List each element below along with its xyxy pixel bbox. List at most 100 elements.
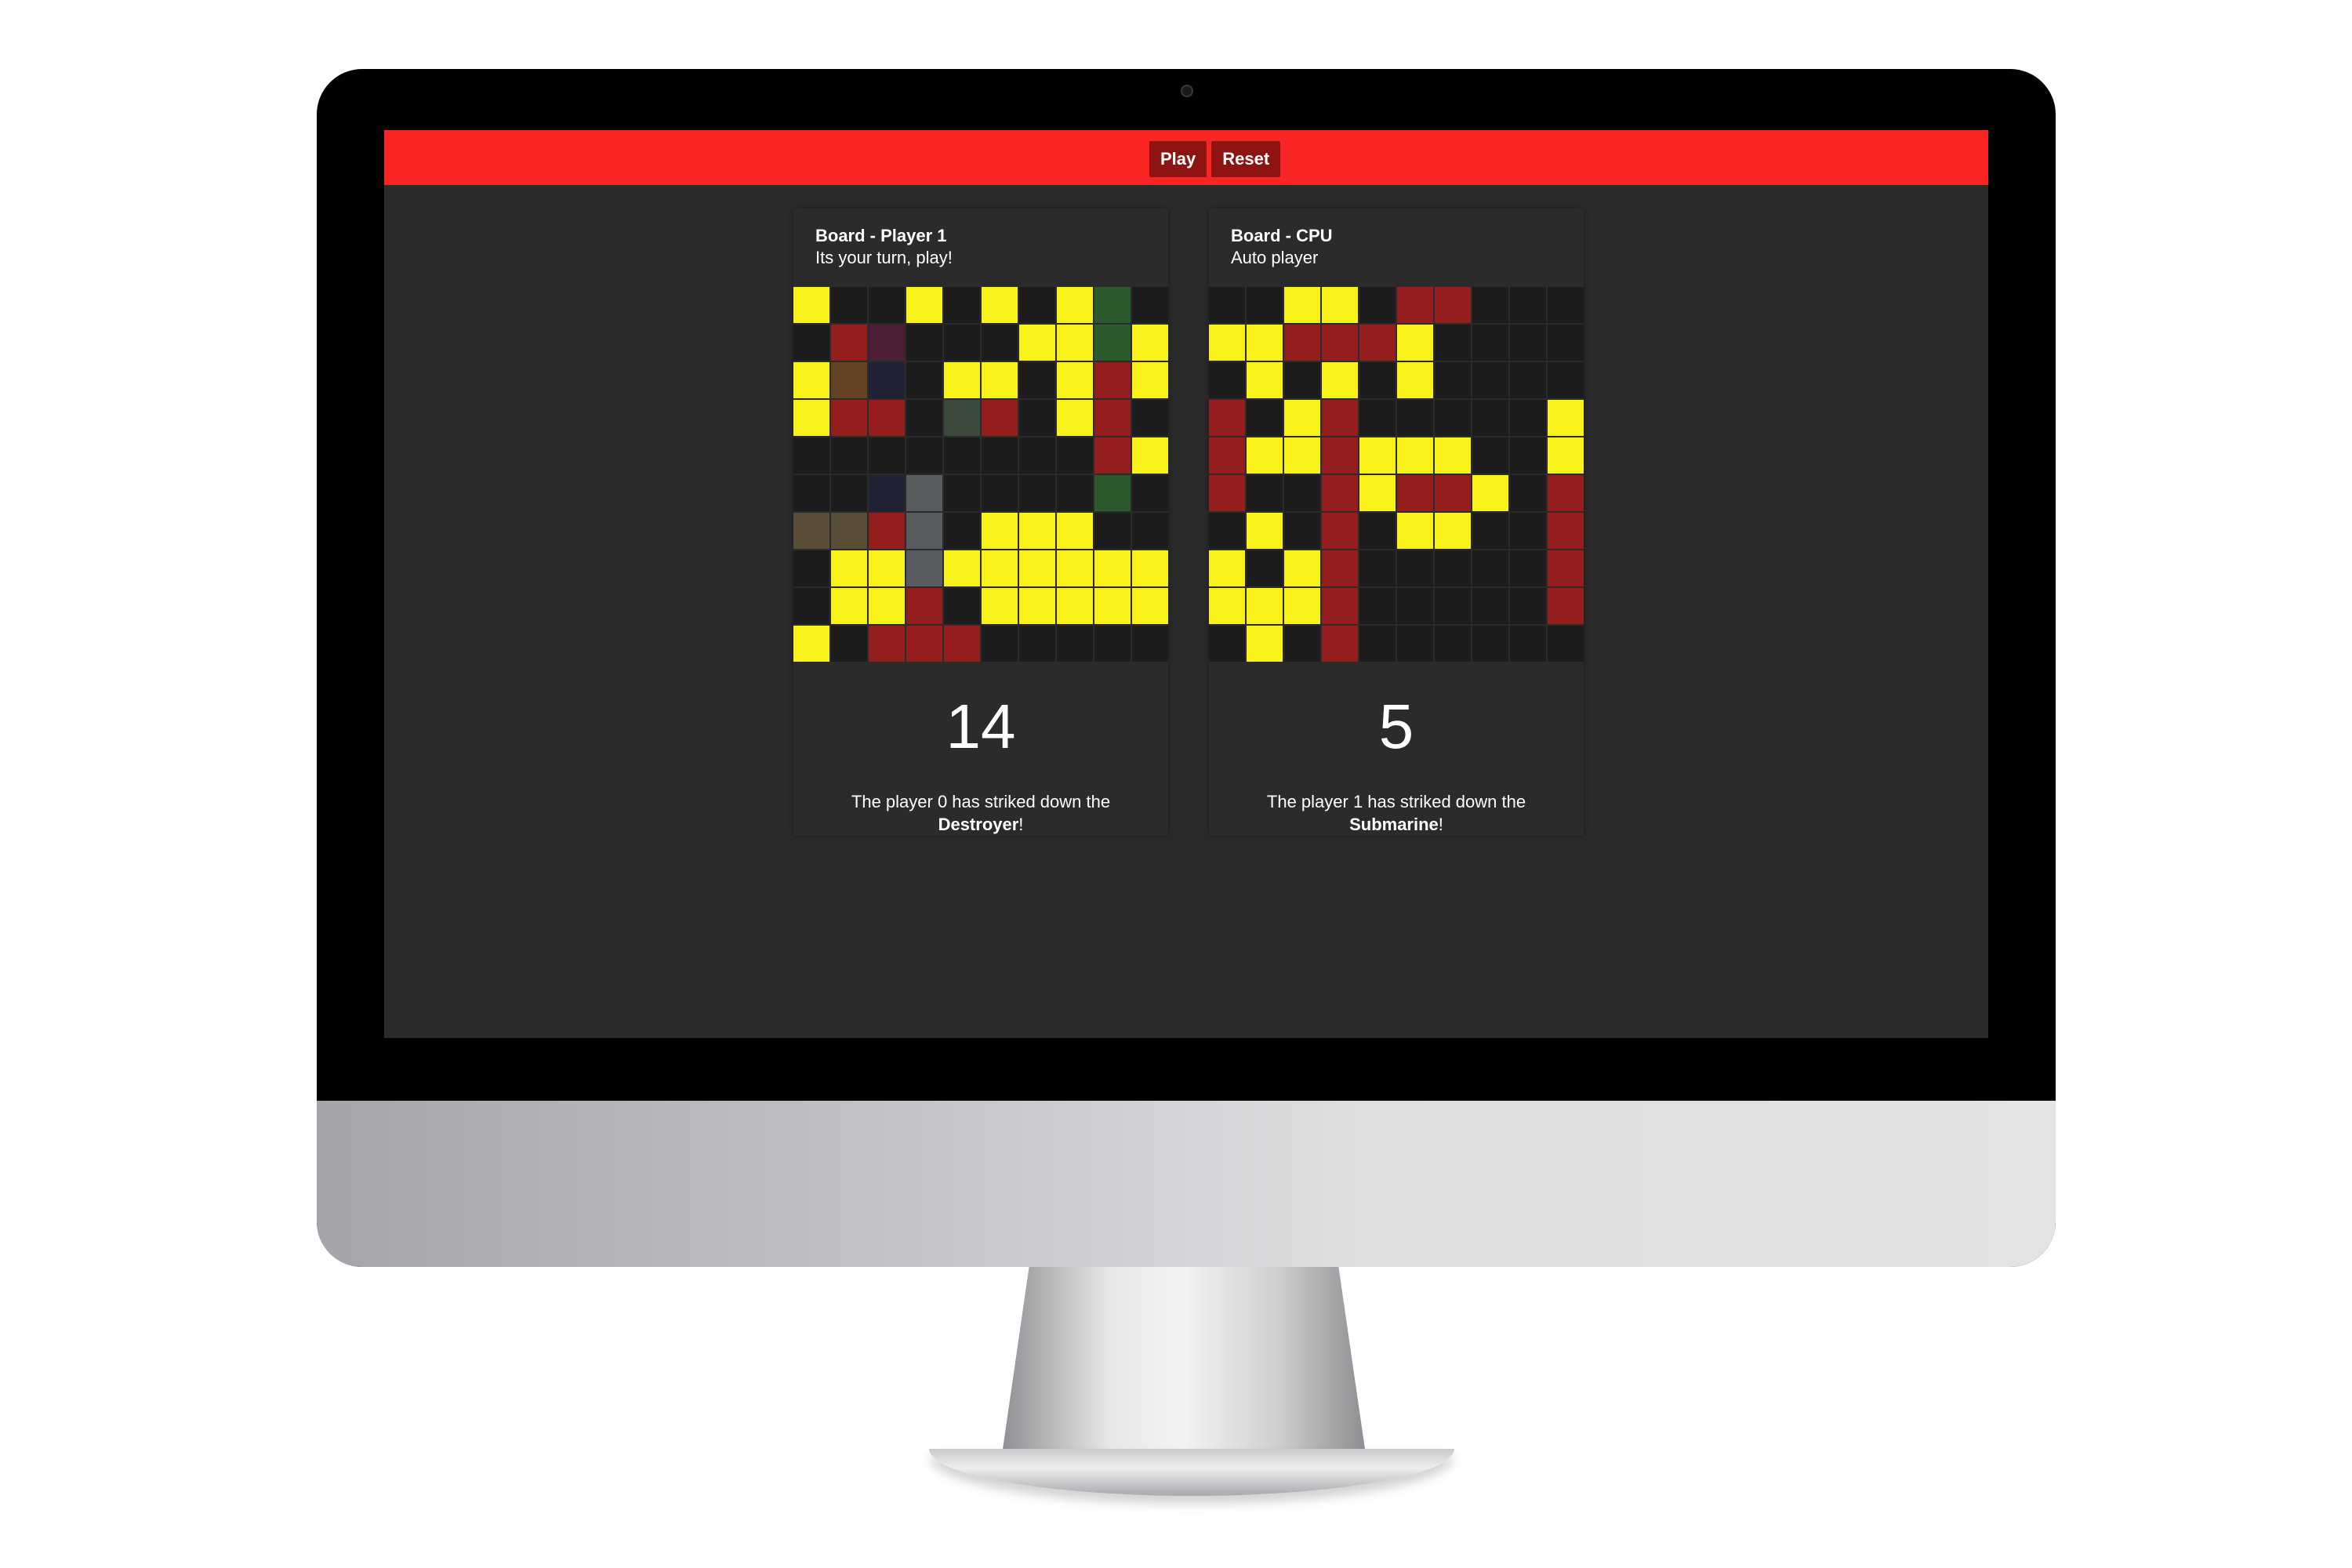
grid-cell[interactable] [1548, 400, 1584, 436]
grid-cell[interactable] [1435, 362, 1471, 398]
grid-cell[interactable] [1057, 325, 1093, 361]
grid-cell[interactable] [1284, 513, 1320, 549]
grid-cell[interactable] [1284, 588, 1320, 624]
grid-cell[interactable] [944, 588, 980, 624]
grid-cell[interactable] [1284, 362, 1320, 398]
grid-cell[interactable] [1057, 475, 1093, 511]
grid-cell[interactable] [944, 325, 980, 361]
grid-cell[interactable] [1132, 400, 1168, 436]
grid-cell[interactable] [1510, 287, 1546, 323]
grid-cell[interactable] [1209, 400, 1245, 436]
grid-cell[interactable] [944, 287, 980, 323]
grid-cell[interactable] [1132, 513, 1168, 549]
grid-cell[interactable] [1132, 362, 1168, 398]
grid-cell[interactable] [1322, 475, 1358, 511]
grid-cell[interactable] [1435, 626, 1471, 662]
grid-cell[interactable] [1322, 362, 1358, 398]
play-button[interactable]: Play [1149, 141, 1207, 177]
grid-cell[interactable] [1209, 513, 1245, 549]
grid-cell[interactable] [831, 437, 867, 474]
grid-cell[interactable] [793, 475, 829, 511]
grid-cell[interactable] [1510, 550, 1546, 586]
grid-cell[interactable] [982, 475, 1018, 511]
grid-cell[interactable] [793, 325, 829, 361]
grid-cell[interactable] [1094, 325, 1131, 361]
grid-cell[interactable] [1247, 550, 1283, 586]
grid-cell[interactable] [944, 513, 980, 549]
grid-cell[interactable] [906, 475, 942, 511]
grid-cell[interactable] [1472, 626, 1508, 662]
grid-cell[interactable] [1284, 626, 1320, 662]
grid-cell[interactable] [906, 588, 942, 624]
grid-cell[interactable] [1472, 550, 1508, 586]
grid-cell[interactable] [1057, 550, 1093, 586]
grid-cell[interactable] [831, 588, 867, 624]
grid-cell[interactable] [944, 437, 980, 474]
grid-cell[interactable] [1094, 588, 1131, 624]
grid-cell[interactable] [1209, 287, 1245, 323]
grid-cell[interactable] [982, 437, 1018, 474]
grid-cell[interactable] [1359, 475, 1396, 511]
grid-cell[interactable] [1057, 400, 1093, 436]
grid-cell[interactable] [1284, 475, 1320, 511]
grid-cell[interactable] [1284, 325, 1320, 361]
grid-cell[interactable] [1435, 437, 1471, 474]
grid-cell[interactable] [1284, 287, 1320, 323]
grid-cell[interactable] [1094, 362, 1131, 398]
grid-cell[interactable] [793, 550, 829, 586]
grid-cell[interactable] [1397, 626, 1433, 662]
grid-cell[interactable] [1209, 550, 1245, 586]
grid-cell[interactable] [1019, 588, 1055, 624]
grid-cell[interactable] [1322, 437, 1358, 474]
grid-cell[interactable] [1359, 400, 1396, 436]
grid-cell[interactable] [1472, 588, 1508, 624]
grid-cell[interactable] [1548, 287, 1584, 323]
grid-cell[interactable] [1359, 550, 1396, 586]
grid-cell[interactable] [1247, 400, 1283, 436]
grid-cell[interactable] [1209, 588, 1245, 624]
grid-cell[interactable] [1019, 513, 1055, 549]
grid-cell[interactable] [982, 400, 1018, 436]
grid-cell[interactable] [982, 513, 1018, 549]
grid-cell[interactable] [1397, 362, 1433, 398]
grid-cell[interactable] [1397, 437, 1433, 474]
grid-cell[interactable] [1209, 626, 1245, 662]
grid-cell[interactable] [831, 475, 867, 511]
grid-cell[interactable] [1019, 287, 1055, 323]
grid-cell[interactable] [982, 287, 1018, 323]
grid-cell[interactable] [1247, 287, 1283, 323]
grid-cell[interactable] [1247, 362, 1283, 398]
grid-cell[interactable] [906, 437, 942, 474]
grid-cell[interactable] [831, 400, 867, 436]
grid-cell[interactable] [1548, 437, 1584, 474]
grid-cell[interactable] [831, 513, 867, 549]
grid-cell[interactable] [1057, 362, 1093, 398]
grid-cell[interactable] [1094, 400, 1131, 436]
grid-cell[interactable] [944, 626, 980, 662]
grid-cell[interactable] [1247, 475, 1283, 511]
grid-cell[interactable] [982, 626, 1018, 662]
grid-cell[interactable] [906, 400, 942, 436]
grid-cell[interactable] [1284, 437, 1320, 474]
grid-cell[interactable] [1472, 362, 1508, 398]
grid-cell[interactable] [944, 362, 980, 398]
grid-cell[interactable] [906, 513, 942, 549]
grid-cell[interactable] [906, 287, 942, 323]
grid-cell[interactable] [1397, 588, 1433, 624]
grid-cell[interactable] [1435, 513, 1471, 549]
grid-cell[interactable] [869, 475, 905, 511]
grid-cell[interactable] [1435, 550, 1471, 586]
grid-cell[interactable] [906, 626, 942, 662]
grid-cell[interactable] [1057, 626, 1093, 662]
grid-cell[interactable] [1359, 325, 1396, 361]
grid-cell[interactable] [1132, 437, 1168, 474]
grid-cell[interactable] [1472, 475, 1508, 511]
grid-cell[interactable] [1094, 475, 1131, 511]
grid-cell[interactable] [1057, 588, 1093, 624]
grid-cell[interactable] [1435, 287, 1471, 323]
grid-cell[interactable] [869, 287, 905, 323]
grid-cell[interactable] [1359, 626, 1396, 662]
grid-cell[interactable] [1472, 287, 1508, 323]
grid-cell[interactable] [1359, 287, 1396, 323]
grid-cell[interactable] [1472, 400, 1508, 436]
